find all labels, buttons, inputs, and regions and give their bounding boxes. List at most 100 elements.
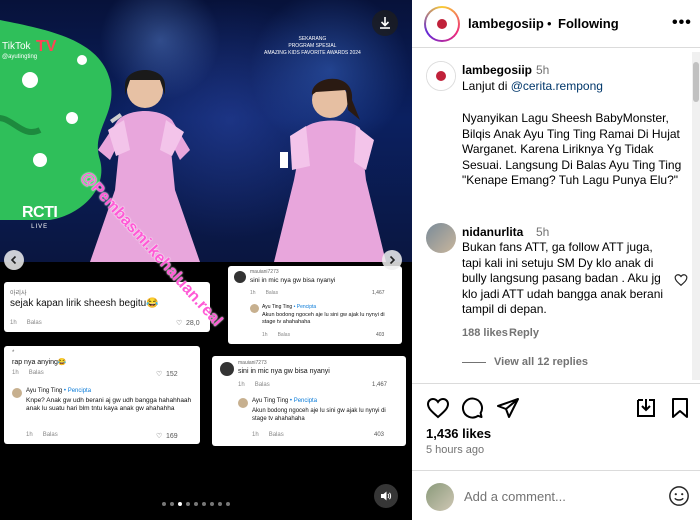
carousel-prev-button[interactable] [4,250,24,270]
card3-heart-icon: ♡ [156,371,163,378]
card2-text: sini in mic nya gw bisa nyanyi [250,277,336,284]
comment-reply-button[interactable]: Reply [509,327,539,339]
emoji-icon[interactable] [668,485,690,507]
card3-reply-likes: 169 [166,433,178,440]
card4-reply-text: Akun bodong ngoceh aje lu sini gw ajak l… [252,408,386,422]
card3-creator-badge: • Pencipta [63,388,92,394]
card1-meta: 1h Balas [10,320,42,326]
card2-likes: 1,467 [372,290,385,296]
card3-reply-meta: 1h Balas [26,432,58,438]
card3-reply-avatar [12,388,22,398]
caption-avatar-mark [436,71,446,81]
card4-reply-time: 1h [252,432,259,438]
account-logo-inner [428,10,456,38]
post-timestamp[interactable]: 5 hours ago [426,444,484,456]
card3-time: 1h [12,370,19,376]
download-button[interactable] [372,10,398,36]
caption-time: 5h [536,63,550,77]
singer-right [274,78,386,262]
save-download-icon[interactable] [634,396,658,420]
account-logo-mark [437,19,447,29]
card3-reply: Balas [28,370,44,376]
comment-avatar[interactable] [426,223,456,253]
view-replies-divider [462,362,486,363]
award-line-2: PROGRAM SPESIAL [288,43,337,49]
carousel-dot [218,502,222,506]
caption-username[interactable]: lambegosiip [462,63,532,77]
post-side-panel: lambegosiip • Following ••• lambegosiip … [412,0,700,520]
card3-reply-heart-icon: ♡ [156,433,163,440]
card3-reply-reply: Balas [42,432,58,438]
more-options-button[interactable]: ••• [672,14,692,32]
comment-likes[interactable]: 188 likes [462,327,508,339]
card4-meta: 1h Balas [238,382,270,388]
comment-bubble-icon[interactable] [460,396,484,420]
card2-reply-meta: 1h Balas [262,332,290,338]
card4-likes: 1,467 [372,382,388,388]
award-banner: SEKARANG PROGRAM SPESIAL AMAZING KIDS FA… [264,36,361,57]
card4-avatar [220,362,234,376]
card3-user: * [12,350,15,356]
card2-reply-likes: 403 [376,332,385,338]
card4-reply: Balas [254,382,270,388]
card1-reply: Balas [26,320,42,326]
tv-logo: TV [36,38,57,55]
card4-time: 1h [238,382,245,388]
comment-heart-icon[interactable] [674,273,688,287]
header-username[interactable]: lambegosiip [468,16,544,31]
add-comment-bar [412,470,700,520]
card1-user: 아리사 [10,291,27,297]
header-separator: • [547,16,552,31]
chevron-left-icon [10,255,17,265]
add-comment-input[interactable] [464,485,654,507]
header-avatar[interactable] [424,6,460,42]
audio-toggle-button[interactable] [374,484,398,508]
card4-reply-likes: 403 [374,432,385,438]
caption-text: Nyanyikan Lagu Sheesh BabyMonster, Bilqi… [462,111,682,187]
post-media[interactable]: TikTok @ayutingting TV SEKARANG PROGRAM … [0,0,412,520]
comment-card-2: mauiani7273 sini in mic nya gw bisa nyan… [228,266,402,344]
card4-reply-author-row: Ayu Ting Ting • Pencipta [252,398,317,404]
caption-mention-link[interactable]: @cerita.rempong [511,79,603,93]
card2-time: 1h [250,290,256,296]
likes-count[interactable]: 1,436 likes [426,426,491,441]
share-paper-plane-icon[interactable] [496,396,520,420]
comment-text: Bukan fans ATT, ga follow ATT juga, tapi… [462,240,664,316]
card2-reply-text: Akun bodong ngoceh aje lu sini gw ajak l… [262,312,385,325]
speaker-icon [381,491,392,501]
caption-avatar-logo [427,62,455,90]
card2-reply-reply: Balas [277,332,291,338]
current-user-avatar [426,483,454,511]
card2-user: mauiani7273 [250,269,279,275]
following-button[interactable]: Following [558,16,619,31]
view-replies-button[interactable]: View all 12 replies [494,356,588,368]
carousel-dot [186,502,190,506]
comments-scrollbar[interactable] [692,52,700,380]
tiktok-watermark: TikTok @ayutingting [2,42,37,62]
card1-text: sejak kapan lirik sheesh begitu😂 [10,298,159,309]
card3-reply-author: Ayu Ting Ting [26,388,63,394]
card4-creator-badge: • Pencipta [289,398,318,404]
like-heart-icon[interactable] [426,396,450,420]
video-frame: TikTok @ayutingting TV SEKARANG PROGRAM … [0,0,412,262]
scrollbar-thumb[interactable] [693,62,699,102]
comment-card-4: mauiani7273 sini in mic nya gw bisa nyan… [212,356,406,446]
chevron-right-icon [389,255,396,265]
comment-card-3: * rap nya anying😂 1h Balas ♡ 152 Ayu Tin… [4,346,200,444]
card2-reply-author: Ayu Ting Ting [262,304,293,310]
card3-reply-time: 1h [26,432,33,438]
card3-reply-text: Knpe? Anak gw udh berani aj gw udh bangg… [26,397,192,412]
card3-likes: 152 [166,371,178,378]
comment-username[interactable]: nidanurlita [462,225,523,239]
caption-lanjut-line: Lanjut di @cerita.rempong [462,79,603,93]
card2-reply-avatar [250,304,259,313]
caption-avatar[interactable] [426,61,456,91]
bookmark-icon[interactable] [668,396,692,420]
comments-section[interactable]: lambegosiip 5h Lanjut di @cerita.rempong… [412,49,700,383]
card3-reply-author-row: Ayu Ting Ting • Pencipta [26,388,91,394]
carousel-dot [170,502,174,506]
download-icon [380,17,390,29]
carousel-dot [202,502,206,506]
card2-creator-badge: • Pencipta [293,304,317,310]
carousel-next-button[interactable] [382,250,402,270]
